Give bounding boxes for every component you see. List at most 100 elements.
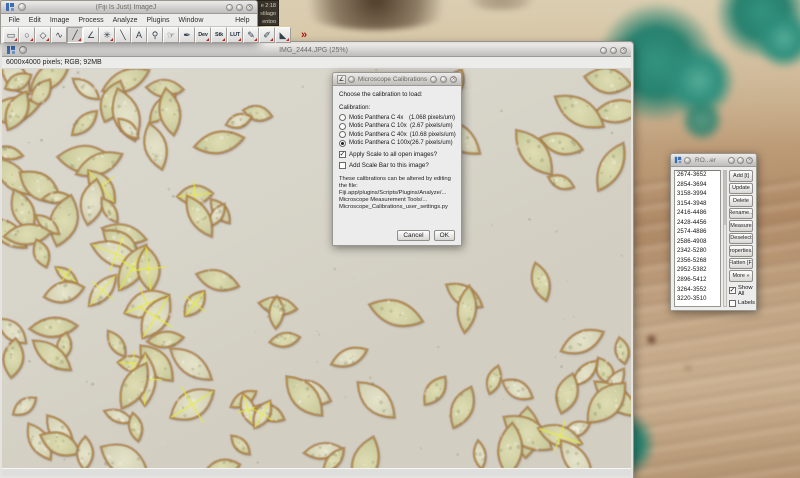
labels-label: Labels xyxy=(738,300,755,306)
toolbar-tool-icon[interactable]: Dev xyxy=(195,27,211,43)
roi-list-item[interactable]: 2356-5268 xyxy=(677,257,720,267)
roi-list-item[interactable]: 2342-5280 xyxy=(677,247,720,257)
window-menu-icon[interactable] xyxy=(19,46,27,54)
labels-checkbox[interactable] xyxy=(729,300,736,307)
calibration-option-value: (26.7 pixels/um) xyxy=(410,140,453,146)
maximize-button[interactable] xyxy=(610,47,617,54)
dialog-note-line: Fiji.app/plugins/Scripts/Plugins/Analyze… xyxy=(339,190,455,197)
dialog-title: Microscope Calibrations xyxy=(357,76,428,83)
roi-list-item[interactable]: 3220-3510 xyxy=(677,295,720,305)
roi-titlebar[interactable]: RO...er xyxy=(671,154,756,167)
roi-list-item[interactable]: 3158-3994 xyxy=(677,190,720,200)
toolbar-tool-icon[interactable]: ✐ xyxy=(259,27,275,43)
toolbar-tool-icon[interactable]: LUT xyxy=(227,27,243,43)
show-all-checkbox[interactable] xyxy=(729,287,736,294)
toolbar-tool-icon[interactable]: ⚲ xyxy=(147,27,163,43)
roi-list-item[interactable]: 2574-4886 xyxy=(677,228,720,238)
toolbar-tool-icon[interactable]: ✳ xyxy=(99,27,115,43)
fiji-icon xyxy=(5,2,15,12)
radio-button[interactable] xyxy=(339,140,346,147)
roi-list-item[interactable]: 2416-4486 xyxy=(677,209,720,219)
close-button[interactable] xyxy=(450,76,457,83)
tool-alt-marker xyxy=(254,38,257,41)
maximize-button[interactable] xyxy=(737,157,744,164)
apply-scale-checkbox[interactable] xyxy=(339,151,346,158)
toolbar-tool-icon[interactable]: ☞ xyxy=(163,27,179,43)
menu-item[interactable]: Process xyxy=(74,17,108,24)
toolbar-tool-icon[interactable]: ◇ xyxy=(35,27,51,43)
toolbar-tool-icon[interactable]: ╱ xyxy=(67,27,83,43)
roi-action-button[interactable]: Delete xyxy=(729,195,753,207)
roi-list-scrollbar[interactable] xyxy=(723,170,727,307)
toolbar-tool-icon[interactable]: ✎ xyxy=(243,27,259,43)
roi-list-item[interactable]: 3264-3552 xyxy=(677,286,720,296)
roi-action-button[interactable]: Deselect xyxy=(729,233,753,245)
roi-action-button[interactable]: Add [t] xyxy=(729,170,753,182)
fiji-titlebar[interactable]: (Fiji Is Just) ImageJ xyxy=(1,1,257,14)
radio-button[interactable] xyxy=(339,123,346,130)
minimize-button[interactable] xyxy=(226,4,233,11)
roi-list-item[interactable]: 2854-3694 xyxy=(677,181,720,191)
tool-glyph: ○ xyxy=(24,30,29,40)
minimize-button[interactable] xyxy=(728,157,735,164)
wood-dark-spot xyxy=(648,336,655,343)
scale-bar-checkbox[interactable] xyxy=(339,162,346,169)
close-button[interactable] xyxy=(620,47,627,54)
toolbar-tool-icon[interactable]: ○ xyxy=(19,27,35,43)
maximize-button[interactable] xyxy=(440,76,447,83)
minimize-button[interactable] xyxy=(430,76,437,83)
roi-list-item[interactable]: 2952-5382 xyxy=(677,266,720,276)
menu-item[interactable]: Window xyxy=(174,17,208,24)
roi-action-button[interactable]: Update xyxy=(729,183,753,195)
close-button[interactable] xyxy=(246,4,253,11)
image-window-titlebar[interactable]: IMG_2444.JPG (25%) xyxy=(2,44,631,57)
tool-glyph: ☞ xyxy=(167,30,175,41)
menu-item-help[interactable]: Help xyxy=(231,17,254,24)
toolbar-tool-icon[interactable]: ∠ xyxy=(83,27,99,43)
roi-action-button[interactable]: Flatten [F] xyxy=(729,258,753,270)
toolbar-tool-icon[interactable]: Stk xyxy=(211,27,227,43)
toolbar-tool-icon[interactable]: ◣ xyxy=(275,27,291,43)
toolbar-tool-icon[interactable]: ✒ xyxy=(179,27,195,43)
calibration-option-row: Motic Panthera C 4x (1.068 pixels/um) xyxy=(339,114,455,121)
menu-item[interactable]: File xyxy=(4,17,24,24)
roi-list-item[interactable]: 2586-4908 xyxy=(677,238,720,248)
radio-button[interactable] xyxy=(339,131,346,138)
menu-item[interactable]: Edit xyxy=(24,17,45,24)
roi-list-item[interactable]: 2674-3652 xyxy=(677,171,720,181)
cancel-button[interactable]: Cancel xyxy=(397,230,429,241)
toolbar-tool-icon[interactable]: ▭ xyxy=(3,27,19,43)
toolbar-tool-icon[interactable]: A xyxy=(131,27,147,43)
tool-glyph: » xyxy=(301,29,307,41)
roi-action-button[interactable]: Properties... xyxy=(729,245,753,257)
toolbar-tool-icon[interactable]: ∿ xyxy=(51,27,67,43)
menu-item[interactable]: Image xyxy=(45,17,73,24)
toolbar-tool-icon[interactable]: » xyxy=(298,27,310,43)
window-menu-icon[interactable] xyxy=(684,157,691,164)
show-all-label: Show All xyxy=(738,285,753,297)
roi-action-button[interactable]: Measure xyxy=(729,220,753,232)
image-info-text: 6000x4000 pixels; RGB; 92MB xyxy=(6,59,102,66)
roi-list[interactable]: 2674-36522854-36943158-39943154-39482416… xyxy=(674,170,721,307)
roi-list-item[interactable]: 2428-4456 xyxy=(677,219,720,229)
minimize-button[interactable] xyxy=(600,47,607,54)
toolbar-tool-icon[interactable]: ╲ xyxy=(115,27,131,43)
image-canvas-area[interactable] xyxy=(2,69,631,468)
roi-action-button[interactable]: More » xyxy=(729,270,753,282)
roi-list-item[interactable]: 2896-5412 xyxy=(677,276,720,286)
dialog-titlebar[interactable]: ∠ Microscope Calibrations xyxy=(333,73,461,86)
radio-button[interactable] xyxy=(339,114,346,121)
close-button[interactable] xyxy=(746,157,753,164)
ok-button[interactable]: OK xyxy=(434,230,455,241)
maximize-button[interactable] xyxy=(236,4,243,11)
roi-list-item[interactable]: 3154-3948 xyxy=(677,200,720,210)
calibration-option-value: (10.68 pixels/um) xyxy=(410,132,456,138)
window-menu-icon[interactable] xyxy=(348,76,355,83)
roi-action-button[interactable]: Rename... xyxy=(729,208,753,220)
menu-item[interactable]: Plugins xyxy=(142,17,174,24)
calibration-dialog: ∠ Microscope Calibrations Choose the cal… xyxy=(332,72,462,246)
micrograph-canvas[interactable] xyxy=(2,69,631,468)
window-menu-icon[interactable] xyxy=(18,3,26,11)
widget-line: stilago xyxy=(256,10,276,18)
menu-item[interactable]: Analyze xyxy=(108,17,142,24)
